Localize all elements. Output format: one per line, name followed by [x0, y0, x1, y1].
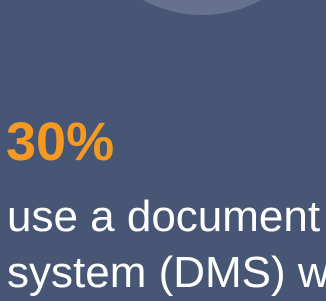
- stat-description-line-1: use a document: [7, 192, 321, 241]
- decorative-circle: [77, 0, 326, 15]
- stat-description: use a document system (DMS) w: [7, 189, 326, 301]
- stat-percentage: 30%: [6, 112, 115, 172]
- stat-description-line-2: system (DMS) w: [7, 248, 326, 297]
